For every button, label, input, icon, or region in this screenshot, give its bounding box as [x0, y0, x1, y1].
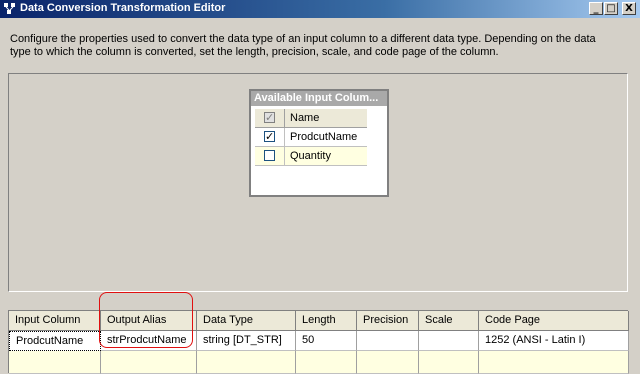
code-page-cell[interactable]: 1252 (ANSI - Latin I)	[479, 331, 629, 351]
available-column-name: Quantity	[285, 147, 367, 166]
header-scale[interactable]: Scale	[419, 311, 479, 331]
available-input-columns-box[interactable]: Available Input Colum... ✓ Name ✓ Prodcu…	[249, 89, 389, 197]
name-column-header: Name	[285, 109, 367, 128]
quantity-checkbox[interactable]	[264, 150, 275, 161]
prodcutname-checkbox[interactable]: ✓	[264, 131, 275, 142]
available-column-row[interactable]: ✓ ProdcutName	[255, 128, 367, 147]
precision-cell[interactable]	[357, 331, 419, 351]
available-column-name: ProdcutName	[285, 128, 367, 147]
available-columns-list: ✓ Name ✓ ProdcutName Quantity	[255, 109, 367, 166]
data-type-cell[interactable]: string [DT_STR]	[197, 331, 296, 351]
available-columns-header: ✓ Name	[255, 109, 367, 128]
close-button[interactable]: X	[622, 2, 636, 15]
header-length[interactable]: Length	[296, 311, 357, 331]
conversion-grid: Input Column Output Alias Data Type Leng…	[8, 310, 629, 374]
select-all-checkbox[interactable]: ✓	[264, 112, 275, 123]
header-input-column[interactable]: Input Column	[9, 311, 101, 331]
length-cell[interactable]: 50	[296, 331, 357, 351]
header-precision[interactable]: Precision	[357, 311, 419, 331]
window-title: Data Conversion Transformation Editor	[20, 2, 226, 14]
description-text: Configure the properties used to convert…	[10, 33, 596, 58]
maximize-button[interactable]: □	[604, 2, 618, 15]
app-icon	[4, 3, 15, 14]
available-columns-title: Available Input Colum...	[251, 91, 387, 106]
header-data-type[interactable]: Data Type	[197, 311, 296, 331]
scale-cell[interactable]	[419, 331, 479, 351]
title-bar: Data Conversion Transformation Editor _ …	[0, 0, 640, 18]
input-column-cell[interactable]: ProdcutName	[9, 331, 101, 351]
header-output-alias[interactable]: Output Alias	[101, 311, 197, 331]
output-alias-cell[interactable]: strProdcutName	[101, 331, 197, 351]
table-row[interactable]: ProdcutName strProdcutName string [DT_ST…	[9, 331, 629, 351]
minimize-button[interactable]: _	[589, 2, 603, 15]
header-code-page[interactable]: Code Page	[479, 311, 629, 331]
new-row[interactable]	[9, 351, 629, 374]
available-column-row[interactable]: Quantity	[255, 147, 367, 166]
grid-header-row: Input Column Output Alias Data Type Leng…	[9, 311, 629, 331]
